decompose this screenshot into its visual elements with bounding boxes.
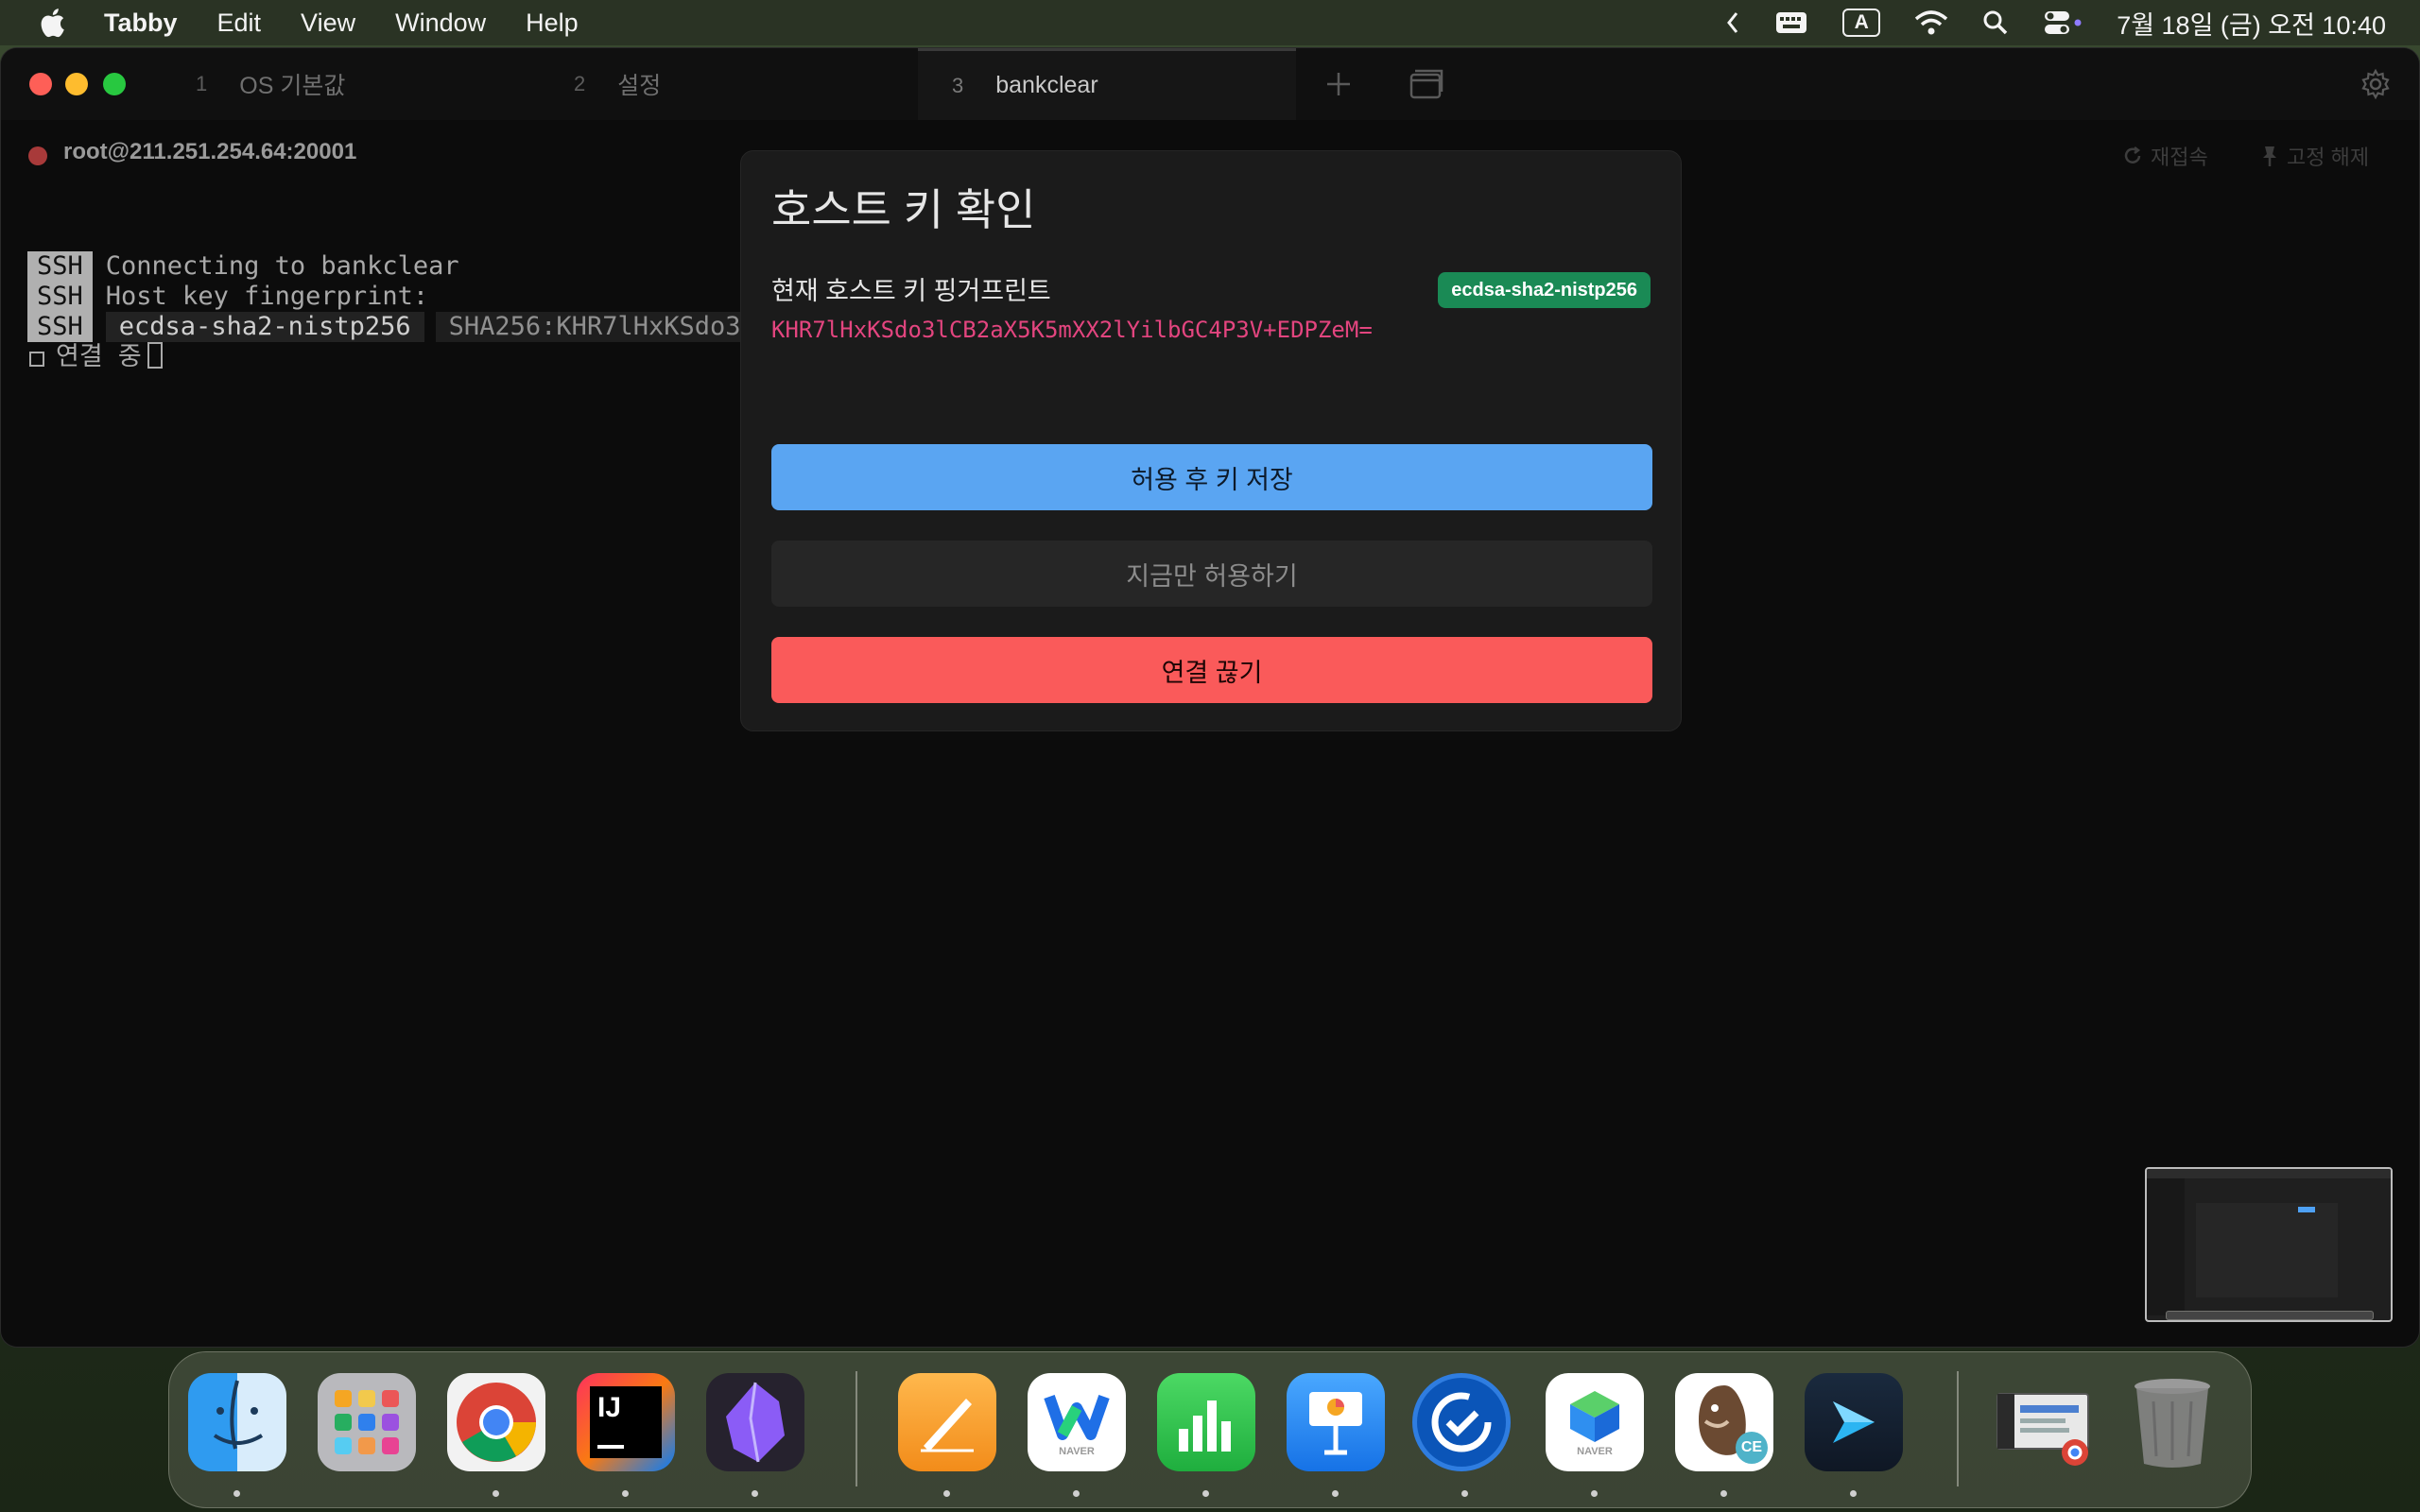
tab-label: 설정 xyxy=(617,73,662,99)
menu-view[interactable]: View xyxy=(301,9,355,38)
input-source-icon[interactable]: A xyxy=(1842,9,1881,37)
unpin-button[interactable]: 고정 해제 xyxy=(2260,141,2369,171)
pages-icon[interactable] xyxy=(898,1373,996,1471)
minimized-window-icon[interactable] xyxy=(1994,1373,2092,1471)
tab-os-default[interactable]: 1 OS 기본값 xyxy=(196,48,564,120)
terminal-output[interactable]: SSH Connecting to bankclear SSH Host key… xyxy=(27,251,754,372)
tab-bankclear[interactable]: 3 bankclear xyxy=(918,48,1296,120)
fingerprint-label: 현재 호스트 키 핑거프린트 xyxy=(771,277,1051,305)
disconnect-button[interactable]: 연결 끊기 xyxy=(771,637,1652,703)
running-indicator xyxy=(1850,1490,1857,1497)
terminal-text: Connecting to bankclear xyxy=(105,251,459,281)
maximize-window-button[interactable] xyxy=(103,73,126,95)
pin-icon xyxy=(2263,146,2276,166)
running-indicator xyxy=(1720,1490,1727,1497)
menu-help[interactable]: Help xyxy=(526,9,579,38)
menu-clock[interactable]: 7월 18일 (금) 오전 10:40 xyxy=(2117,5,2386,42)
dialog-title: 호스트 키 확인 xyxy=(771,185,1036,234)
tab-number: 1 xyxy=(196,72,208,95)
reconnect-button[interactable]: 재접속 xyxy=(2122,141,2208,171)
terminal-line: SSH Host key fingerprint: xyxy=(27,282,754,312)
tab-label: bankclear xyxy=(995,72,1098,98)
running-indicator xyxy=(493,1490,499,1497)
accept-and-save-button[interactable]: 허용 후 키 저장 xyxy=(771,444,1652,510)
naver-whale-text: NAVER xyxy=(1059,1446,1095,1457)
accept-once-button[interactable]: 지금만 허용하기 xyxy=(771,541,1652,607)
tabby-window: 1 OS 기본값 2 설정 3 bankclear root@211.251.2… xyxy=(0,47,2420,1348)
terminal-line: 연결 중 xyxy=(27,342,754,372)
keynote-icon[interactable] xyxy=(1287,1373,1385,1471)
ssh-tag: SSH xyxy=(27,282,93,312)
update-app-icon[interactable] xyxy=(1412,1373,1511,1471)
intellij-logo-text: IJ xyxy=(597,1392,622,1423)
dock-separator xyxy=(1957,1371,1959,1486)
terminal-line: SSH ecdsa-sha2-nistp256 SHA256:KHR7lHxKS… xyxy=(27,312,754,342)
profiles-icon[interactable] xyxy=(1408,65,1445,103)
finder-icon[interactable] xyxy=(188,1373,286,1471)
terminal-hash-text: SHA256:KHR7lHxKSdo3 xyxy=(435,312,754,342)
terminal-connecting-text: 연결 중 xyxy=(56,342,142,371)
tab-settings[interactable]: 2 설정 xyxy=(574,48,914,120)
new-tab-plus-icon[interactable] xyxy=(1320,65,1357,103)
running-indicator xyxy=(233,1490,240,1497)
running-indicator xyxy=(943,1490,950,1497)
numbers-icon[interactable] xyxy=(1157,1373,1255,1471)
session-host-label: root@211.251.254.64:20001 xyxy=(63,139,357,164)
dbeaver-ce-badge: CE xyxy=(1736,1432,1768,1464)
terminal-algo-text: ecdsa-sha2-nistp256 xyxy=(105,312,424,342)
wifi-icon[interactable] xyxy=(1914,9,1948,36)
fingerprint-value: KHR7lHxKSdo3lCB2aX5K5mXX2lYilbGC4P3V+EDP… xyxy=(771,317,1373,343)
ssh-tag: SSH xyxy=(27,312,93,342)
gear-icon[interactable] xyxy=(2357,65,2394,103)
terminal-cursor xyxy=(147,342,163,369)
running-indicator xyxy=(752,1490,758,1497)
menu-app-name[interactable]: Tabby xyxy=(104,9,178,38)
apple-icon[interactable] xyxy=(38,8,66,38)
running-indicator xyxy=(1591,1490,1598,1497)
running-indicator xyxy=(1073,1490,1080,1497)
obsidian-icon[interactable] xyxy=(706,1373,804,1471)
launchpad-icon[interactable] xyxy=(318,1373,416,1471)
checkbox-glyph-icon xyxy=(29,352,44,367)
unpin-label: 고정 해제 xyxy=(2287,146,2370,169)
refresh-icon xyxy=(2124,146,2141,163)
dbeaver-ce-icon[interactable]: CE xyxy=(1675,1373,1773,1471)
host-key-dialog: 호스트 키 확인 현재 호스트 키 핑거프린트 ecdsa-sha2-nistp… xyxy=(740,150,1682,731)
tab-number: 3 xyxy=(952,73,964,97)
control-center-icon[interactable] xyxy=(2043,9,2083,37)
terminal-text: Host key fingerprint: xyxy=(105,282,429,311)
dock-separator xyxy=(856,1371,857,1486)
menu-window[interactable]: Window xyxy=(395,9,486,38)
running-indicator xyxy=(1332,1490,1339,1497)
trash-icon[interactable] xyxy=(2123,1373,2221,1471)
algorithm-badge: ecdsa-sha2-nistp256 xyxy=(1438,272,1651,308)
menu-edit[interactable]: Edit xyxy=(217,9,262,38)
close-window-button[interactable] xyxy=(29,73,52,95)
title-bar: 1 OS 기본값 2 설정 3 bankclear xyxy=(1,48,2419,120)
terminal-line: SSH Connecting to bankclear xyxy=(27,251,754,282)
intellij-idea-icon[interactable]: IJ xyxy=(577,1373,675,1471)
naver-mybox-text: NAVER xyxy=(1577,1446,1613,1457)
tabby-icon[interactable] xyxy=(1805,1373,1903,1471)
connection-status-dot xyxy=(28,146,47,165)
running-indicator xyxy=(1461,1490,1468,1497)
chrome-icon[interactable] xyxy=(447,1373,545,1471)
tab-label: OS 기본값 xyxy=(239,73,346,99)
naver-mybox-icon[interactable]: NAVER xyxy=(1546,1373,1644,1471)
menu-bar: Tabby Edit View Window Help A 7월 18일 (금)… xyxy=(0,0,2420,45)
running-indicator xyxy=(1202,1490,1209,1497)
running-indicator xyxy=(622,1490,629,1497)
reconnect-label: 재접속 xyxy=(2151,146,2208,169)
naver-whale-icon[interactable]: NAVER xyxy=(1028,1373,1126,1471)
minimize-window-button[interactable] xyxy=(65,73,88,95)
chevron-left-icon[interactable] xyxy=(1725,10,1740,35)
ssh-tag: SSH xyxy=(27,251,93,282)
dock: IJ NAVER NAVER CE xyxy=(168,1351,2252,1508)
keyboard-viewer-icon[interactable] xyxy=(1774,9,1808,36)
search-icon[interactable] xyxy=(1982,9,2009,36)
window-thumbnail-preview[interactable] xyxy=(2145,1167,2393,1322)
tab-number: 2 xyxy=(574,72,586,95)
